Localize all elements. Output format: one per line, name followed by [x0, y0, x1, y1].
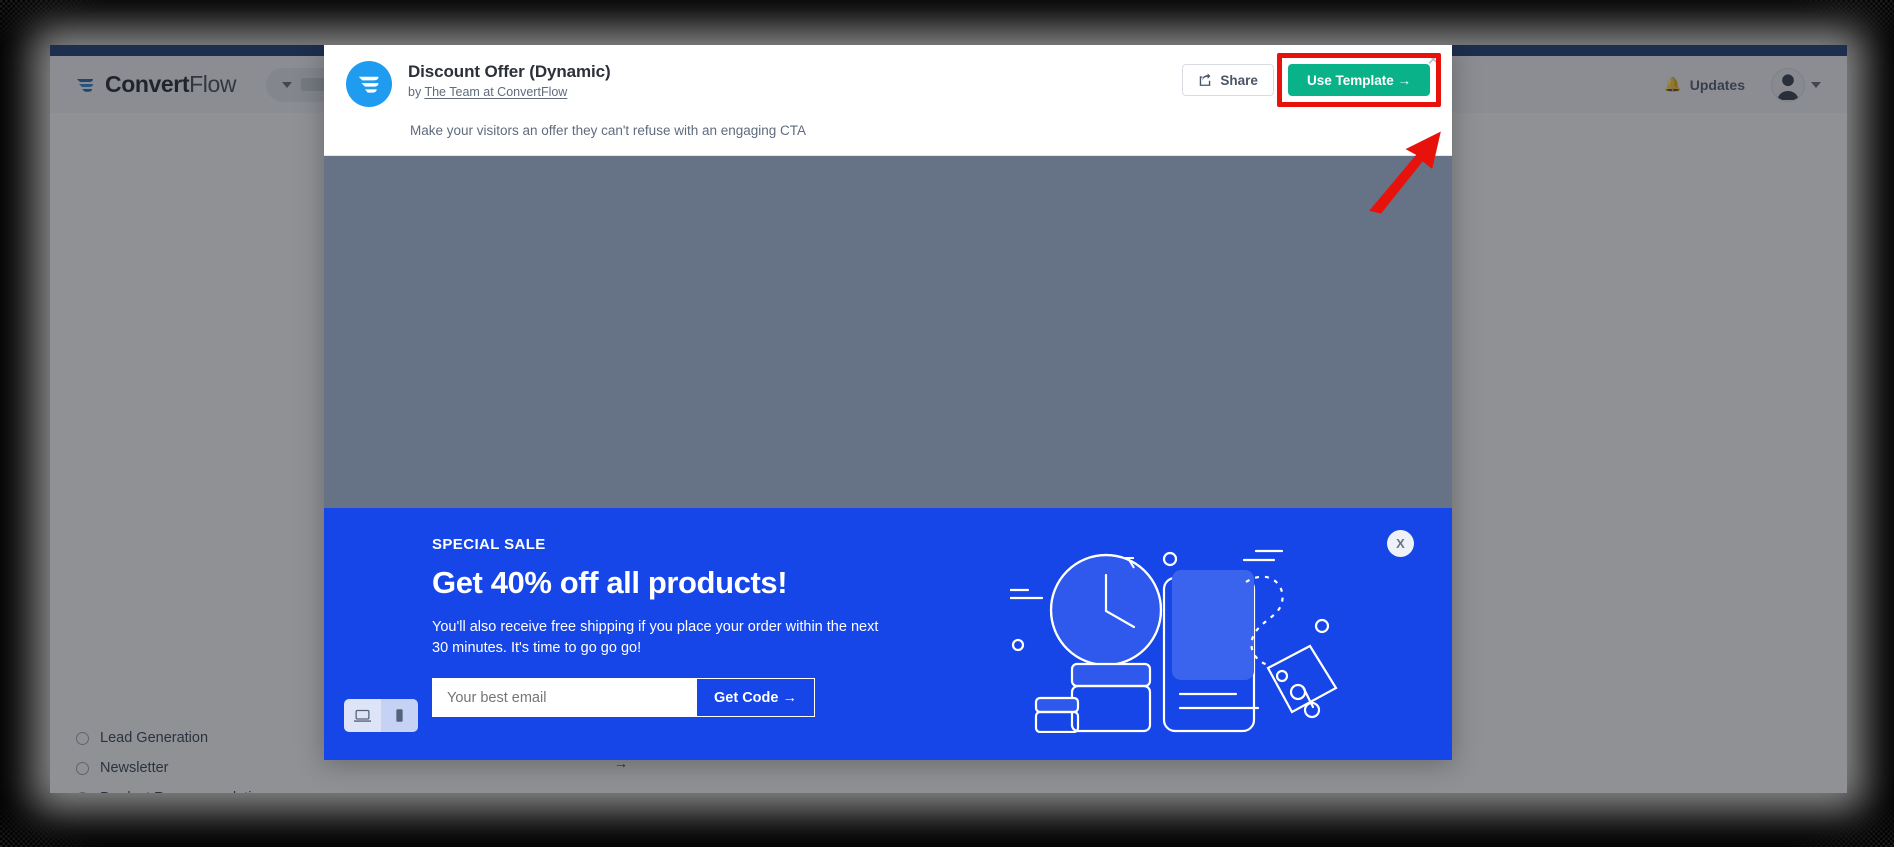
cta-subtext: You'll also receive free shipping if you…	[432, 619, 879, 657]
template-author: by The Team at ConvertFlow	[408, 85, 568, 99]
desktop-icon[interactable]	[344, 699, 381, 732]
clock-phone-discount-tags-illustration	[1008, 518, 1340, 738]
template-preview-canvas[interactable]: SPECIAL SALE Get 40% off all products! Y…	[324, 155, 1452, 760]
email-field[interactable]	[432, 678, 697, 718]
share-label: Share	[1220, 72, 1258, 88]
share-button[interactable]: Share	[1182, 64, 1274, 96]
app-screenshot: ConvertFlow c 🔔 Updates	[50, 45, 1847, 793]
cta-eyebrow: SPECIAL SALE	[432, 536, 546, 553]
mobile-icon[interactable]	[381, 699, 418, 732]
author-link[interactable]: The Team at ConvertFlow	[424, 85, 567, 99]
modal-actions: Share Use Template →	[1182, 53, 1441, 107]
cta-form: Get Code →	[432, 678, 815, 718]
cta-popup: SPECIAL SALE Get 40% off all products! Y…	[324, 508, 1452, 760]
cta-content: SPECIAL SALE Get 40% off all products! Y…	[432, 536, 952, 718]
cta-headline: Get 40% off all products!	[432, 565, 788, 600]
use-template-wrapper: Use Template →	[1276, 53, 1441, 107]
close-circle-icon[interactable]: X	[1387, 530, 1414, 557]
device-preview-toggle	[344, 699, 418, 732]
template-description: Make your visitors an offer they can't r…	[410, 123, 807, 138]
use-template-button[interactable]: Use Template →	[1287, 64, 1430, 96]
get-code-button[interactable]: Get Code →	[696, 678, 815, 718]
share-icon	[1198, 72, 1212, 89]
modal-header: ✕ Discount Offer (Dynamic) by The Team a…	[324, 45, 1452, 155]
template-preview-modal: ✕ Discount Offer (Dynamic) by The Team a…	[324, 45, 1452, 760]
convertflow-wing-avatar-icon	[346, 61, 392, 107]
page-title: Discount Offer (Dynamic)	[408, 62, 611, 81]
